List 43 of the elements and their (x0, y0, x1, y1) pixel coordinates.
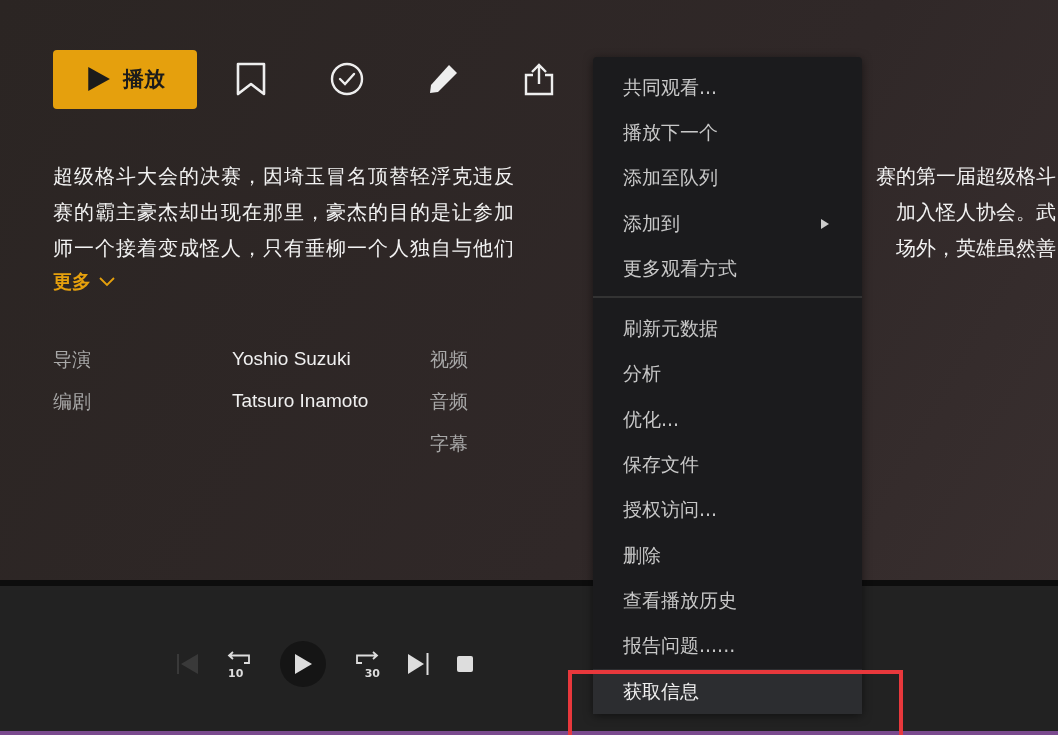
menu-item[interactable]: 添加到 (593, 200, 862, 247)
play-pause-button[interactable] (280, 641, 326, 687)
back-arrow-icon (227, 650, 253, 664)
play-icon (85, 66, 111, 92)
checkmark-circle-icon[interactable] (330, 62, 364, 96)
chevron-down-icon (99, 277, 115, 287)
menu-item[interactable]: 查看播放历史 (593, 578, 862, 624)
menu-item[interactable]: 刷新元数据 (593, 306, 862, 352)
menu-item[interactable]: 授权访问... (593, 487, 862, 533)
summary-text: 加入怪人协会。武 (896, 198, 1056, 226)
forward-arrow-icon (353, 650, 379, 664)
credit-name: Yoshio Suzuki (232, 347, 352, 371)
skip-next-icon[interactable] (406, 652, 430, 676)
credit-label: 编剧 (53, 389, 92, 414)
menu-item[interactable]: 报告问题...... (593, 623, 862, 669)
menu-item[interactable]: 添加至队列 (593, 155, 862, 201)
summary-text: 场外，英雄虽然善 (896, 234, 1056, 262)
share-icon[interactable] (523, 62, 555, 96)
play-button[interactable]: 播放 (53, 49, 197, 109)
summary-text: 赛的第一届超级格斗 (876, 162, 1056, 190)
menu-item[interactable]: 更多观看方式 (593, 246, 862, 292)
menu-item[interactable]: 优化... (593, 397, 862, 443)
menu-item[interactable]: 共同观看... (593, 65, 862, 111)
menu-item[interactable]: 获取信息 (593, 668, 862, 715)
credit-label: 导演 (53, 347, 92, 372)
media-label: 字幕 (430, 431, 468, 456)
media-label: 视频 (430, 347, 468, 372)
more-link[interactable]: 更多 (53, 266, 115, 298)
summary-text: 超级格斗大会的决赛，因埼玉冒名顶替轻浮克违反 (53, 162, 515, 190)
play-icon (292, 653, 313, 675)
menu-item[interactable]: 播放下一个 (593, 110, 862, 156)
forward-button[interactable]: 30 (352, 650, 380, 678)
media-label: 音频 (430, 389, 468, 414)
menu-item[interactable]: 保存文件 (593, 442, 862, 488)
summary-text: 赛的霸主豪杰却出现在那里，豪杰的目的是让参加 (53, 198, 515, 226)
menu-item[interactable]: 分析 (593, 351, 862, 398)
bookmark-icon[interactable] (236, 62, 266, 96)
credit-name: Tatsuro Inamoto (232, 389, 370, 413)
summary-text: 师一个接着变成怪人，只有垂柳一个人独自与他们 (53, 234, 515, 262)
replay-button[interactable]: 10 (226, 650, 254, 678)
stop-icon[interactable] (456, 655, 474, 673)
pencil-icon[interactable] (427, 63, 459, 95)
menu-item[interactable]: 删除 (593, 532, 862, 579)
